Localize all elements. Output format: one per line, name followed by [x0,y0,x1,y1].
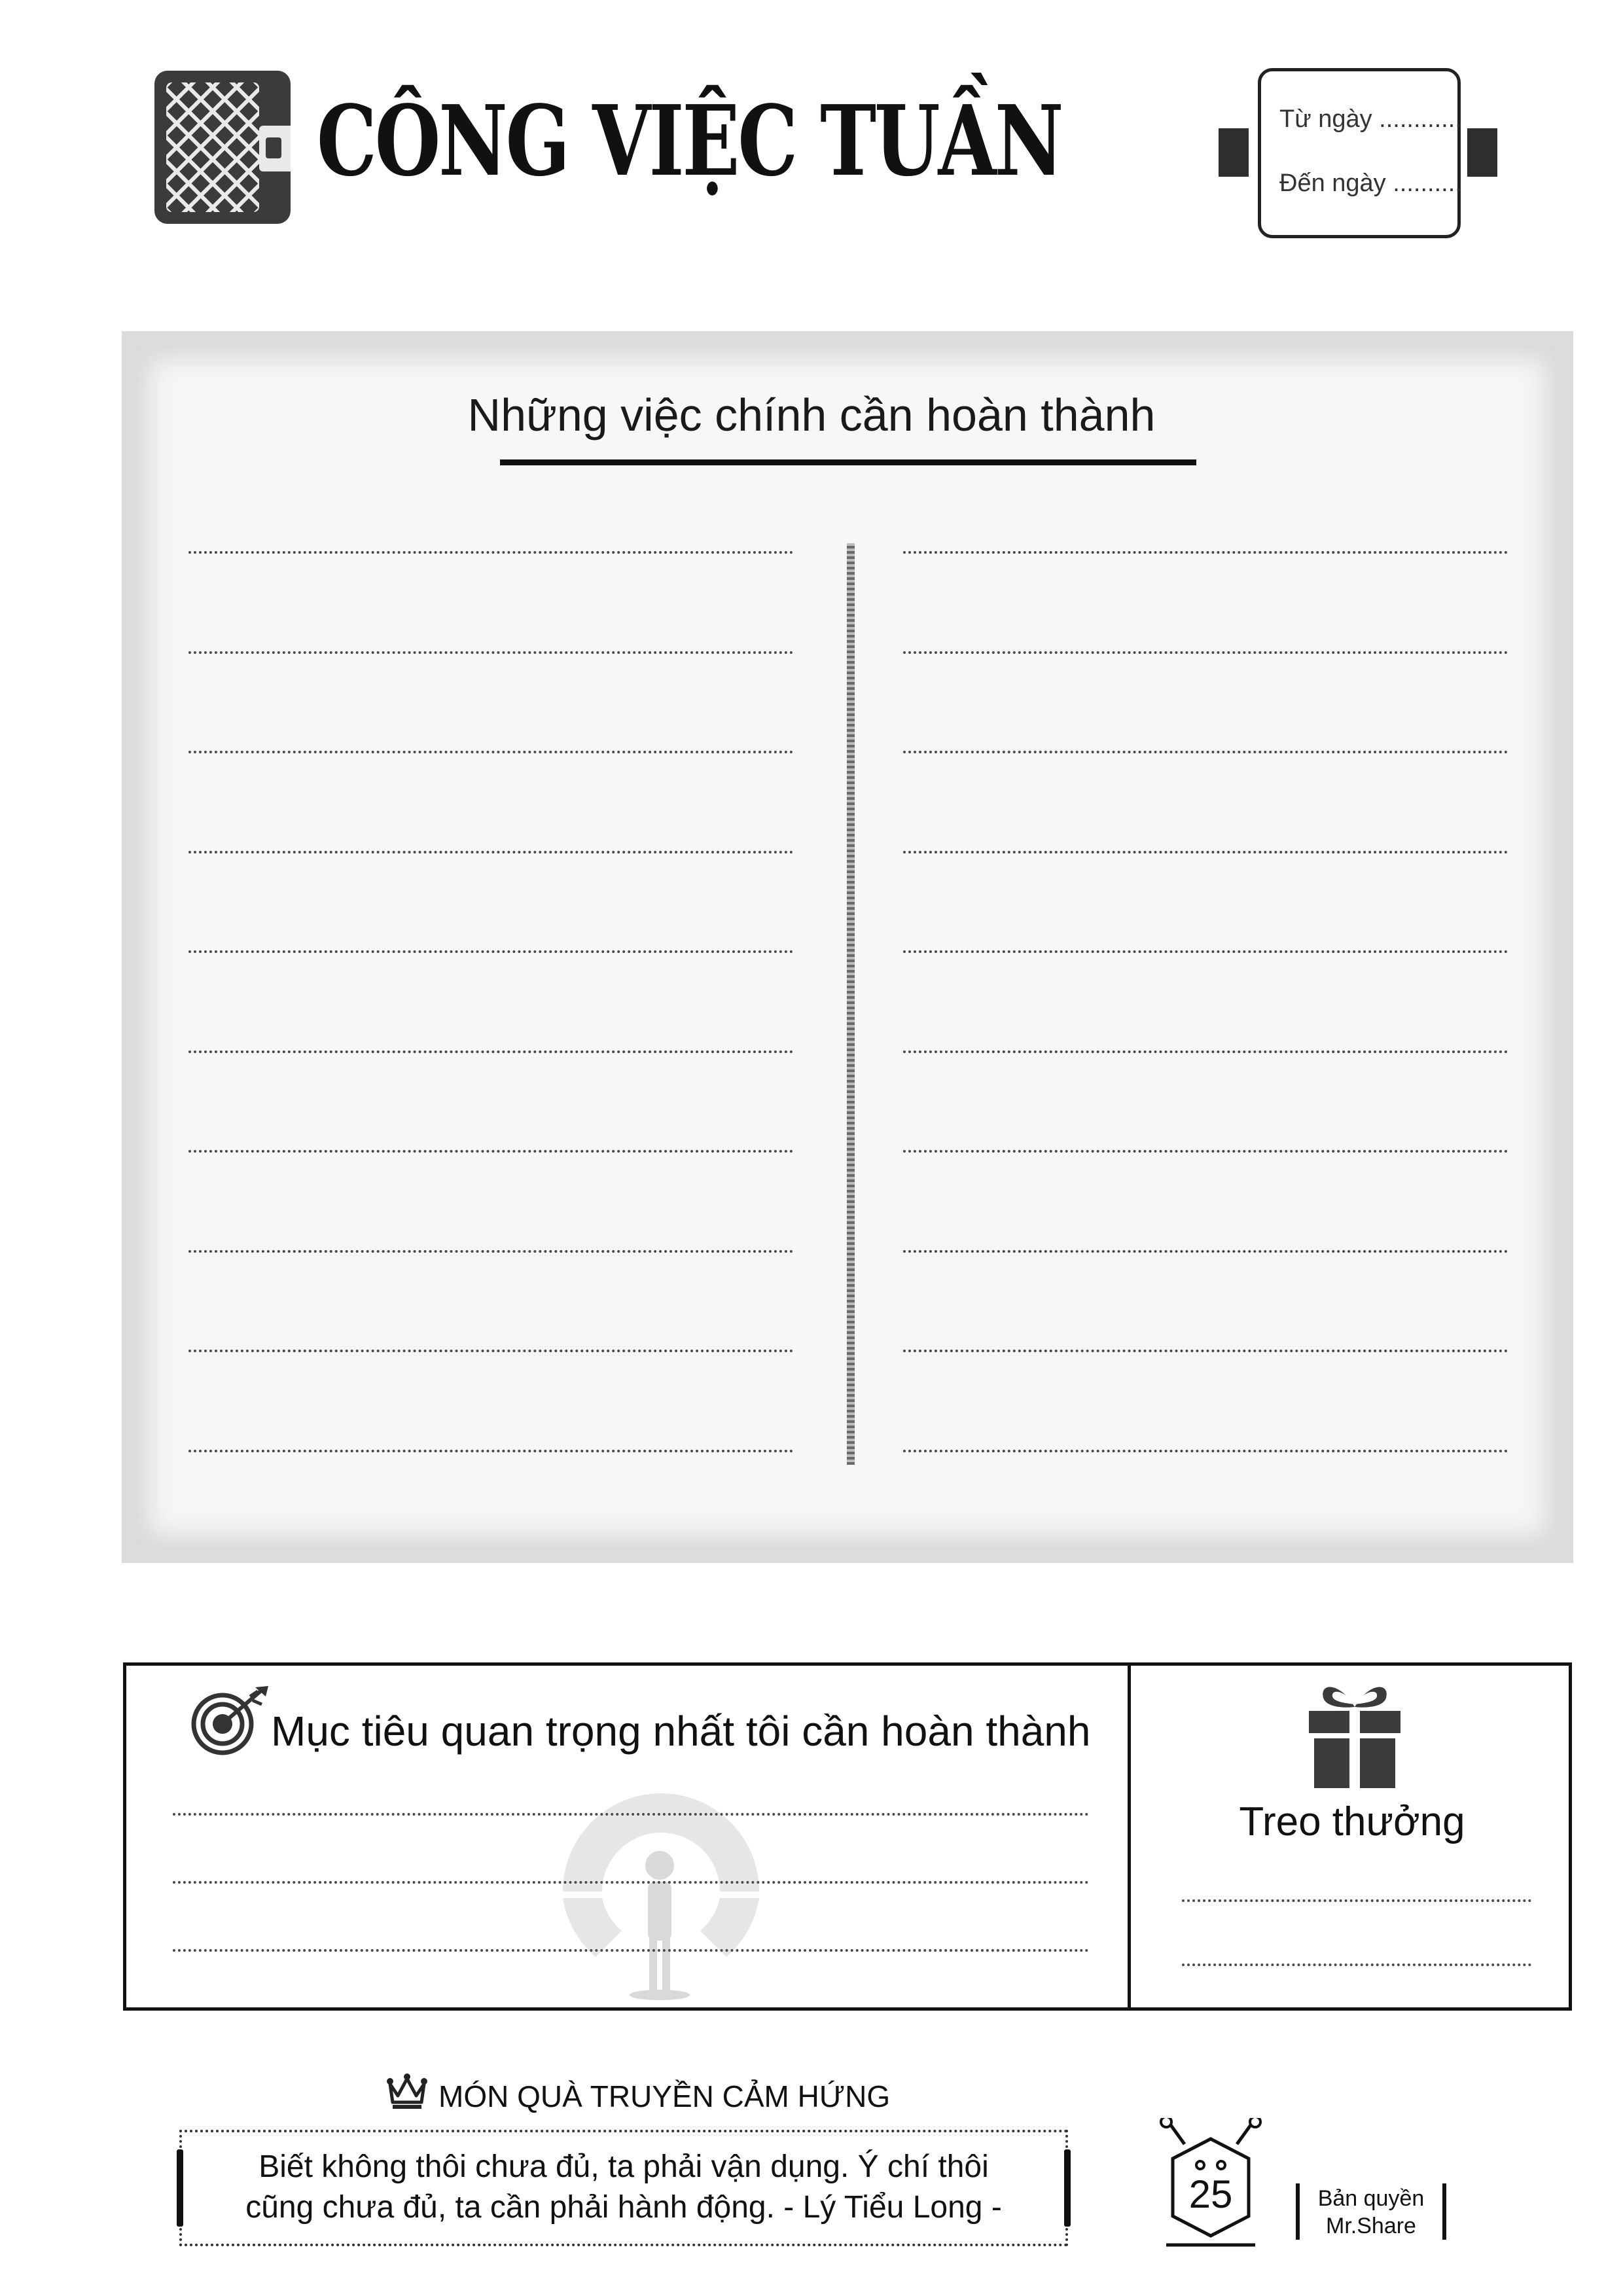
goal-line[interactable] [173,1949,1089,1952]
inspiration-title: MÓN QUÀ TRUYỀN CẢM HỨNG [438,2079,891,2113]
task-line-left[interactable] [188,1350,793,1352]
reward-line[interactable] [1182,1899,1531,1902]
goal-reward-divider [1128,1662,1131,2011]
task-line-left[interactable] [188,950,793,953]
task-line-right[interactable] [903,751,1508,753]
task-line-right[interactable] [903,950,1508,953]
task-line-right[interactable] [903,1449,1508,1452]
task-line-left[interactable] [188,850,793,853]
quote-line-2: cũng chưa đủ, ta cần phải hành động. - L… [245,2190,1002,2225]
task-line-left[interactable] [188,1050,793,1053]
reward-label: Treo thưởng [1239,1799,1465,1844]
goal-line[interactable] [173,1881,1089,1884]
task-line-left[interactable] [188,751,793,753]
task-line-left[interactable] [188,1150,793,1153]
page-number: 25 [1188,2172,1233,2216]
task-line-right[interactable] [903,1150,1508,1153]
task-line-right[interactable] [903,1249,1508,1253]
gift-icon [1309,1687,1400,1788]
quote-text: Biết không thôi chưa đủ, ta phải vận dụn… [196,2147,1051,2228]
wallet-icon [154,71,291,224]
goal-title: Mục tiêu quan trọng nhất tôi cần hoàn th… [271,1708,1091,1755]
reward-line[interactable] [1182,1964,1531,1966]
quote-left-bar [177,2149,183,2227]
task-line-left[interactable] [188,651,793,654]
title-underline [500,459,1196,465]
to-date-field[interactable]: Đến ngày .......... [1279,170,1462,198]
column-divider [847,543,855,1465]
date-range-box: Từ ngày ............ Đến ngày .......... [1258,68,1462,238]
goal-line[interactable] [173,1813,1089,1816]
task-line-right[interactable] [903,850,1508,853]
person-watermark-icon [563,1793,759,2000]
task-line-right[interactable] [903,651,1508,654]
copyright-line-1: Bản quyền [1317,2186,1425,2211]
date-box-left-tab [1219,128,1249,177]
task-line-right[interactable] [903,1350,1508,1352]
copyright-left-bar [1296,2183,1300,2240]
crown-icon [387,2073,427,2109]
copyright-text: Bản quyền Mr.Share [1304,2185,1438,2240]
date-box-right-tab [1467,128,1497,177]
page-title: CÔNG VIỆC TUẦN [317,84,1063,198]
from-date-field[interactable]: Từ ngày ............ [1279,105,1462,134]
copyright-line-2: Mr.Share [1326,2214,1416,2238]
main-tasks-title: Những việc chính cần hoàn thành [467,389,1156,440]
quote-line-1: Biết không thôi chưa đủ, ta phải vận dụn… [259,2149,989,2184]
task-line-right[interactable] [903,1050,1508,1053]
quote-right-bar [1064,2149,1071,2227]
copyright-right-bar [1442,2183,1446,2240]
target-icon [191,1686,268,1755]
task-line-left[interactable] [188,1449,793,1452]
task-line-left[interactable] [188,551,793,554]
task-line-right[interactable] [903,551,1508,554]
task-line-left[interactable] [188,1249,793,1253]
